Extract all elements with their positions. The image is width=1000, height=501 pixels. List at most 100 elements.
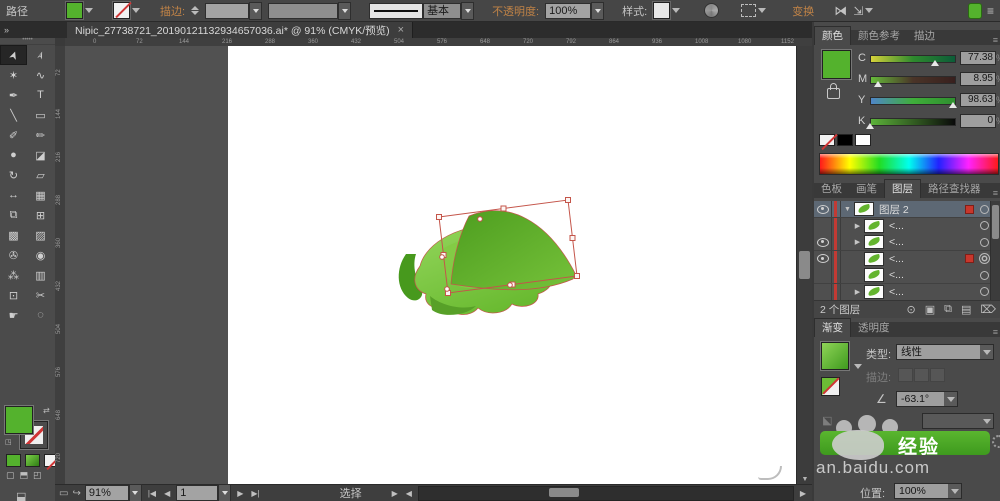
layer-name[interactable]: <... bbox=[889, 286, 977, 298]
transform-link[interactable]: 变换 bbox=[792, 3, 814, 19]
delete-layer-icon[interactable]: ⌦ bbox=[980, 303, 996, 316]
opacity-label[interactable]: 不透明度: bbox=[492, 3, 539, 19]
layers-tab-1[interactable]: 画笔 bbox=[849, 180, 884, 198]
scroll-right-icon[interactable]: ▶ bbox=[798, 489, 808, 498]
fill-color-dropdown[interactable] bbox=[66, 2, 93, 19]
draw-behind-icon[interactable]: ⬒ bbox=[20, 470, 29, 481]
gradient-tab-1[interactable]: 透明度 bbox=[851, 319, 897, 337]
stroke-weight-stepper[interactable] bbox=[191, 6, 200, 15]
line-segment-tool[interactable]: ╲ bbox=[0, 105, 27, 125]
gradient-swatch-dropdown[interactable] bbox=[854, 364, 862, 369]
visibility-toggle[interactable] bbox=[814, 217, 832, 234]
layers-tab-2[interactable]: 图层 bbox=[884, 179, 921, 198]
paintbrush-tool[interactable]: ✐ bbox=[0, 125, 27, 145]
artboard-dropdown[interactable] bbox=[218, 484, 232, 501]
arrange-menu-button[interactable]: ⇲ bbox=[853, 4, 874, 18]
layers-scrollbar[interactable] bbox=[990, 201, 1000, 301]
stroke-none-swatch[interactable] bbox=[113, 2, 130, 19]
free-transform-tool[interactable]: ▦ bbox=[27, 185, 54, 205]
status-right-icon[interactable]: ▶ bbox=[390, 489, 400, 498]
panel-menu-icon[interactable]: ≡ bbox=[993, 35, 1000, 45]
channel-value-field[interactable]: 8.95 bbox=[960, 72, 996, 86]
scroll-down-icon[interactable]: ▼ bbox=[797, 476, 813, 483]
channel-value-field[interactable]: 77.38 bbox=[960, 51, 996, 65]
visibility-toggle[interactable] bbox=[814, 234, 832, 250]
direct-selection-tool[interactable]: ➢ bbox=[27, 45, 54, 65]
eraser-tool[interactable]: ◪ bbox=[27, 145, 54, 165]
layer-row-2[interactable]: ▶ <... bbox=[814, 234, 1000, 251]
slider-handle-icon[interactable] bbox=[930, 60, 939, 66]
channel-value-field[interactable]: 98.63 bbox=[960, 93, 996, 107]
swap-fill-stroke-icon[interactable]: ⇄ bbox=[43, 406, 50, 415]
expand-toggle[interactable]: ▶ bbox=[841, 288, 864, 296]
layer-thumbnail[interactable] bbox=[864, 268, 884, 282]
visibility-toggle[interactable] bbox=[814, 250, 832, 267]
layer-name[interactable]: <... bbox=[889, 236, 977, 248]
gradient-swatch[interactable] bbox=[821, 342, 849, 370]
color-spectrum-bar[interactable] bbox=[819, 153, 999, 175]
target-circle-icon[interactable] bbox=[977, 204, 991, 214]
first-artboard-button[interactable]: |◀ bbox=[146, 489, 158, 498]
scrollbar-thumb[interactable] bbox=[548, 487, 579, 497]
locate-object-icon[interactable]: ⊙ bbox=[907, 303, 916, 316]
none-swatch[interactable] bbox=[819, 134, 835, 146]
layers-tab-0[interactable]: 色板 bbox=[814, 180, 849, 198]
gradient-position-field[interactable]: 100% bbox=[894, 483, 962, 499]
channel-slider[interactable] bbox=[870, 76, 956, 84]
color-tab-0[interactable]: 颜色 bbox=[814, 26, 851, 45]
perspective-grid-tool[interactable]: ⊞ bbox=[27, 205, 54, 225]
panel-menu-icon[interactable]: ≡ bbox=[993, 188, 1000, 198]
recolor-artwork-icon[interactable] bbox=[704, 3, 720, 18]
target-circle-icon[interactable] bbox=[977, 237, 991, 247]
stroke-weight-dropdown[interactable] bbox=[249, 1, 263, 20]
layer-row-0[interactable]: ▼ 图层 2 bbox=[814, 201, 1000, 218]
slider-handle-icon[interactable] bbox=[866, 123, 874, 129]
mesh-tool[interactable]: ▩ bbox=[0, 225, 27, 245]
layer-thumbnail[interactable] bbox=[864, 235, 884, 249]
gradient-stroke-swatch[interactable] bbox=[821, 377, 840, 396]
channel-value-field[interactable]: 0 bbox=[960, 114, 996, 128]
white-swatch[interactable] bbox=[855, 134, 871, 146]
screen-mode-button[interactable]: ⬓ bbox=[16, 490, 26, 501]
opacity-field[interactable]: 100% bbox=[545, 2, 592, 19]
layer-row-3[interactable]: <... bbox=[814, 250, 1000, 268]
layer-thumbnail[interactable] bbox=[864, 251, 884, 266]
slider-handle-icon[interactable] bbox=[949, 102, 958, 108]
horizontal-scrollbar[interactable] bbox=[417, 485, 794, 501]
close-icon[interactable]: × bbox=[398, 24, 404, 36]
visibility-toggle[interactable] bbox=[814, 267, 832, 283]
eyedropper-tool[interactable]: ✇ bbox=[0, 245, 27, 265]
toolbox-grip[interactable]: ••••• bbox=[0, 37, 55, 45]
dock-color-icon[interactable] bbox=[967, 2, 982, 19]
default-fill-stroke-icon[interactable]: ◳ bbox=[5, 438, 12, 446]
layer-name[interactable]: <... bbox=[889, 220, 977, 232]
layer-thumbnail[interactable] bbox=[854, 202, 874, 216]
target-circle-icon[interactable] bbox=[977, 253, 991, 264]
gradient-tool[interactable]: ▨ bbox=[27, 225, 54, 245]
selection-tool[interactable]: ➤ bbox=[0, 45, 27, 65]
expand-toggle[interactable]: ▶ bbox=[841, 222, 864, 230]
width-profile-dropdown[interactable] bbox=[338, 1, 352, 20]
canvas-viewport[interactable] bbox=[65, 46, 796, 484]
color-tab-2[interactable]: 描边 bbox=[907, 27, 942, 45]
gradient-angle-field[interactable]: -63.1° bbox=[896, 391, 958, 407]
channel-slider[interactable] bbox=[870, 118, 956, 126]
brush-definition-dropdown[interactable]: 基本 bbox=[369, 1, 475, 20]
new-sublayer-icon[interactable]: ⧉ bbox=[944, 303, 952, 316]
make-clip-mask-icon[interactable]: ▣ bbox=[925, 303, 935, 316]
new-layer-icon[interactable]: ▤ bbox=[961, 303, 971, 316]
expand-toggle[interactable]: ▼ bbox=[841, 206, 854, 213]
draw-normal-icon[interactable]: ▢ bbox=[6, 470, 15, 481]
select-similar-objects-button[interactable] bbox=[741, 4, 767, 17]
last-artboard-button[interactable]: ▶| bbox=[249, 489, 261, 498]
stroke-color-dropdown[interactable] bbox=[113, 2, 140, 19]
isolate-object-icon[interactable]: ⧒ bbox=[834, 3, 847, 19]
zoom-tool[interactable]: ◌ bbox=[27, 305, 54, 325]
stroke-weight-field[interactable] bbox=[205, 2, 250, 19]
black-swatch[interactable] bbox=[837, 134, 853, 146]
color-tab-1[interactable]: 颜色参考 bbox=[851, 27, 907, 45]
rectangle-tool[interactable]: ▭ bbox=[27, 105, 54, 125]
target-circle-icon[interactable] bbox=[977, 287, 991, 296]
hand-tool[interactable]: ☛ bbox=[0, 305, 27, 325]
stroke-weight-label[interactable]: 描边: bbox=[160, 3, 185, 19]
